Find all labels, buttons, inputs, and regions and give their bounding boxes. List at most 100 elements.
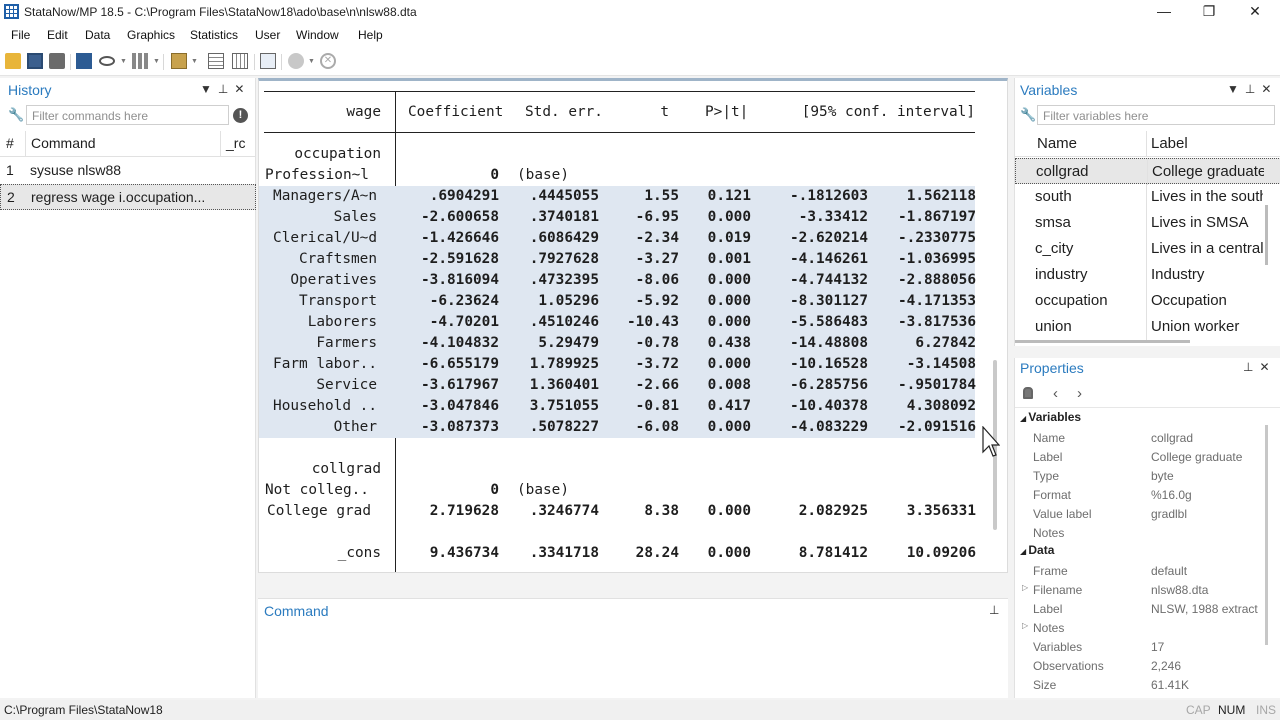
close-panel-icon[interactable]: ✕ [1261,82,1277,96]
history-row[interactable]: 1 sysuse nlsw88 [0,158,256,184]
menu-user[interactable]: User [255,28,280,42]
pin-icon[interactable]: ⊥ [1243,360,1259,374]
property-row[interactable]: Observations 2,246 [1015,657,1265,676]
history-col-number[interactable]: # [6,135,14,151]
viewer-icon[interactable] [99,56,115,66]
close-panel-icon[interactable]: ✕ [1259,360,1275,374]
coefficient-row[interactable]: Transport -6.23624 1.05296 -5.92 0.000 -8.301… [259,291,976,312]
variables-manager-icon[interactable] [260,53,276,69]
cell-t: -3.27 [635,251,679,267]
variables-filter-input[interactable]: Filter variables here [1037,105,1275,125]
factor-name: occupation [294,146,381,162]
menu-file[interactable]: File [11,28,30,42]
variable-row[interactable]: south Lives in the south [1015,184,1280,210]
property-row[interactable]: Frame default [1015,562,1265,581]
results-window[interactable]: wage Coefficient Std. err. t P>|t| [95% … [258,78,1008,573]
variables-hscrollbar[interactable] [1015,340,1190,343]
coefficient-row[interactable]: College grad 2.719628 .3246774 8.38 0.000 2.0… [259,501,976,522]
viewer-dropdown-icon[interactable]: ▼ [120,58,127,65]
pin-icon[interactable]: ⊥ [989,603,999,617]
property-row[interactable]: Notes [1015,524,1265,543]
more-icon[interactable] [288,53,304,69]
next-arrow-icon[interactable]: › [1077,385,1082,402]
variable-row[interactable]: occupation Occupation [1015,288,1280,314]
lock-icon[interactable] [1023,387,1033,399]
property-row[interactable]: Format %16.0g [1015,486,1265,505]
coefficient-row[interactable]: Clerical/U~d -1.426646 .6086429 -2.34 0.019 -… [259,228,976,249]
property-row[interactable]: Value label gradlbl [1015,505,1265,524]
pin-icon[interactable]: ⊥ [218,82,234,96]
history-col-rc[interactable]: _rc [226,135,245,151]
variable-row[interactable]: union Union worker [1015,314,1280,340]
property-row[interactable]: Variables 17 [1015,638,1265,657]
coefficient-row[interactable]: Managers/A~n .6904291 .4445055 1.55 0.121 -.1… [259,186,976,207]
close-window-button[interactable]: ✕ [1232,1,1278,23]
menu-window[interactable]: Window [296,28,339,42]
variables-scrollbar[interactable] [1265,205,1268,265]
property-row[interactable]: ▷ Notes [1015,619,1265,638]
coefficient-row[interactable]: Farmers -4.104832 5.29479 -0.78 0.438 -14.488… [259,333,976,354]
property-row[interactable]: ▷ Filename nlsw88.dta [1015,581,1265,600]
error-filter-icon[interactable]: ! [233,108,248,123]
menu-data[interactable]: Data [85,28,110,42]
minimize-button[interactable]: — [1141,1,1187,23]
row-label: College grad [267,503,371,519]
coefficient-row[interactable]: Sales -2.600658 .3740181 -6.95 0.000 -3.33412… [259,207,976,228]
close-panel-icon[interactable]: ✕ [234,82,250,96]
variable-row[interactable]: smsa Lives in SMSA [1015,210,1280,236]
wrench-icon[interactable]: 🔧 [1020,107,1036,123]
command-window[interactable]: Command ⊥ [258,598,1008,698]
properties-section-variables[interactable]: ◢ Variables [1020,410,1270,428]
break-icon[interactable]: ✕ [320,53,336,69]
variable-row[interactable]: c_city Lives in a central city [1015,236,1280,262]
property-row[interactable]: Label NLSW, 1988 extract [1015,600,1265,619]
data-browser-icon[interactable] [232,53,248,69]
more-dropdown-icon[interactable]: ▼ [308,58,315,65]
previous-arrow-icon[interactable]: ‹ [1053,385,1058,402]
menu-edit[interactable]: Edit [47,28,68,42]
property-row[interactable]: Name collgrad [1015,429,1265,448]
coefficient-row[interactable]: Operatives -3.816094 .4732395 -8.06 0.000 -4.… [259,270,976,291]
variable-row[interactable]: industry Industry [1015,262,1280,288]
property-row[interactable]: Type byte [1015,467,1265,486]
history-row[interactable]: 2 regress wage i.occupation... [0,184,256,210]
wrench-icon[interactable]: 🔧 [8,107,24,123]
filter-icon[interactable]: ▼ [200,82,218,96]
property-value: 2,246 [1151,659,1182,673]
properties-scrollbar[interactable] [1265,425,1268,645]
graph-dropdown-icon[interactable]: ▼ [153,58,160,65]
coefficient-row[interactable]: Farm labor.. -6.655179 1.789925 -3.72 0.000 -… [259,354,976,375]
variables-col-name[interactable]: Name [1037,135,1077,152]
property-row[interactable]: Size 61.41K [1015,676,1265,695]
coefficient-row[interactable]: Other -3.087373 .5078227 -6.08 0.000 -4.08322… [259,417,976,438]
variables-col-label[interactable]: Label [1151,135,1188,152]
menu-graphics[interactable]: Graphics [127,28,175,42]
variable-row[interactable]: collgrad College graduate [1015,158,1280,185]
save-icon[interactable] [27,53,43,69]
history-filter-input[interactable]: Filter commands here [26,105,229,125]
history-col-command[interactable]: Command [31,135,96,151]
menu-help[interactable]: Help [358,28,383,42]
menu-statistics[interactable]: Statistics [190,28,238,42]
open-icon[interactable] [5,53,21,69]
log-icon[interactable] [76,53,92,69]
do-file-editor-icon[interactable] [171,53,187,69]
data-editor-icon[interactable] [208,53,224,69]
expand-icon[interactable]: ▷ [1022,583,1028,592]
property-row[interactable]: Label College graduate [1015,448,1265,467]
do-file-dropdown-icon[interactable]: ▼ [191,58,198,65]
coefficient-row[interactable]: Service -3.617967 1.360401 -2.66 0.008 -6.285… [259,375,976,396]
constant-row[interactable]: _cons 9.436734 .3341718 28.24 0.000 8.781412 1… [259,543,976,564]
property-value: default [1151,564,1188,578]
coefficient-row[interactable]: Household .. -3.047846 3.751055 -0.81 0.417 -… [259,396,976,417]
print-icon[interactable] [49,53,65,69]
expand-icon[interactable]: ▷ [1022,621,1028,630]
filter-icon[interactable]: ▼ [1227,82,1245,96]
pin-icon[interactable]: ⊥ [1245,82,1261,96]
coefficient-row[interactable]: Craftsmen -2.591628 .7927628 -3.27 0.001 -4.1… [259,249,976,270]
properties-section-data[interactable]: ◢ Data [1020,543,1270,561]
restore-button[interactable]: ❐ [1186,1,1232,23]
coefficient-row[interactable]: Laborers -4.70201 .4510246 -10.43 0.000 -5.58… [259,312,976,333]
graph-icon[interactable] [132,53,148,69]
cell-std-err: 1.05296 [538,293,599,309]
